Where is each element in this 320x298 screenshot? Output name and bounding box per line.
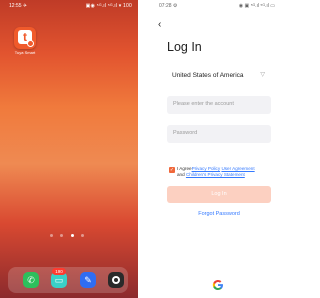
app-label: Tuya Smart — [14, 50, 36, 55]
status-bar: 12:55 ✈ ▣◉ ⁵ᴳ.ıl ⁵ᴳ.ıl ▾ 100 — [0, 2, 138, 11]
password-placeholder: Password — [173, 130, 198, 136]
status-time: 07:28 ⚙ — [159, 3, 178, 9]
privacy-policy-link[interactable]: Privacy Policy — [192, 166, 221, 171]
page-dot — [60, 234, 64, 237]
google-login-icon[interactable] — [212, 278, 224, 290]
camera-icon — [112, 276, 120, 284]
childrens-privacy-link[interactable]: Children's Privacy Statement — [186, 172, 245, 177]
chevron-down-icon: ▽ — [260, 72, 265, 78]
agree-checkbox[interactable]: ✓ — [169, 167, 175, 173]
account-input[interactable]: Please enter the account — [167, 96, 271, 114]
tuya-app-icon[interactable]: t — [14, 27, 36, 49]
login-button[interactable]: Log In — [167, 186, 271, 203]
notification-badge: 190 — [52, 268, 66, 275]
phone-app-icon[interactable]: ✆ — [23, 272, 39, 288]
page-dot — [50, 234, 53, 237]
country-value: United States of America — [172, 72, 244, 79]
agree-and: and — [177, 172, 185, 177]
phone-icon: ✆ — [27, 275, 35, 285]
page-dot-active — [70, 234, 74, 237]
status-icons: ◉ ▣ ⁵ᴳ.ıl ⁵ᴳ.ıl ▭ — [238, 3, 275, 9]
dock: ✆ ▭ ✎ — [8, 267, 128, 293]
status-icons: ▣◉ ⁵ᴳ.ıl ⁵ᴳ.ıl ▾ 100 — [85, 3, 132, 9]
status-time: 12:55 ✈ — [9, 3, 28, 9]
back-icon[interactable]: ‹ — [158, 20, 161, 30]
camera-app-icon[interactable] — [108, 272, 124, 288]
browser-app-icon[interactable]: ✎ — [80, 272, 96, 288]
password-input[interactable]: Password — [167, 125, 271, 143]
tuya-ring-icon — [27, 40, 34, 47]
country-select[interactable]: United States of America ▽ — [167, 67, 271, 85]
user-agreement-link[interactable]: User Agreement — [221, 166, 254, 171]
page-dot — [81, 234, 85, 237]
compass-icon: ✎ — [84, 275, 92, 285]
google-icon — [212, 280, 223, 290]
account-placeholder: Please enter the account — [173, 101, 234, 107]
agree-prefix: I Agree — [177, 166, 192, 171]
login-screen: 07:28 ⚙ ◉ ▣ ⁵ᴳ.ıl ⁵ᴳ.ıl ▭ ‹ Log In Unite… — [157, 0, 277, 298]
page-indicator — [50, 224, 90, 237]
home-screen: 12:55 ✈ ▣◉ ⁵ᴳ.ıl ⁵ᴳ.ıl ▾ 100 t Tuya Smar… — [0, 0, 138, 298]
status-bar: 07:28 ⚙ ◉ ▣ ⁵ᴳ.ıl ⁵ᴳ.ıl ▭ — [157, 2, 277, 11]
forgot-password-link[interactable]: Forgot Password — [167, 211, 271, 217]
page-title: Log In — [167, 40, 202, 54]
agreement-text: I AgreePrivacy Policy User Agreement and… — [177, 166, 275, 178]
